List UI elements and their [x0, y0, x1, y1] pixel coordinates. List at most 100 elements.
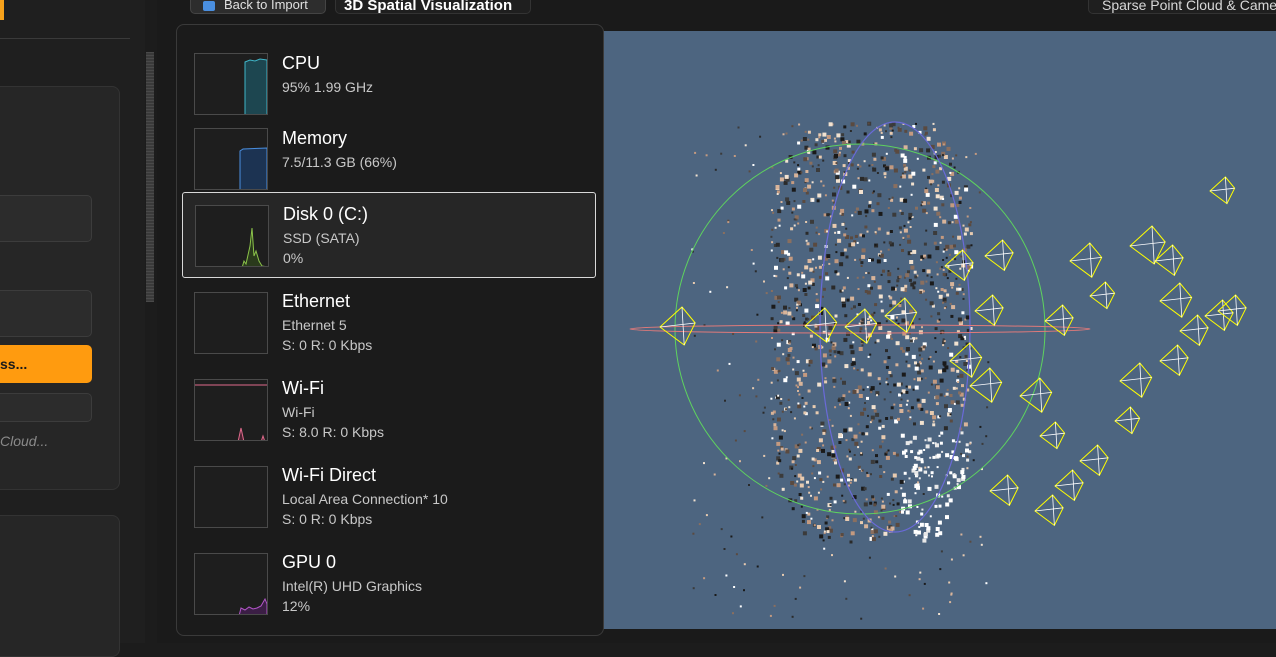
cloud-point [888, 295, 891, 298]
cloud-point [807, 147, 811, 151]
cloud-point [941, 203, 945, 207]
tm-item-wifi-direct[interactable]: Wi-Fi Direct Local Area Connection* 10 S… [182, 454, 596, 540]
process-button[interactable]: ss... [0, 345, 92, 383]
cloud-point [927, 254, 932, 259]
cloud-point [959, 373, 964, 378]
cloud-point [791, 207, 795, 211]
cloud-point [871, 405, 876, 410]
cloud-point [885, 417, 889, 420]
cloud-point [908, 477, 911, 480]
cloud-point [913, 281, 917, 285]
cloud-point [908, 216, 912, 220]
cloud-point [839, 212, 842, 215]
cloud-point [961, 311, 965, 315]
cloud-point [854, 258, 857, 261]
point-cloud-canvas[interactable] [600, 31, 1276, 629]
cloud-point [864, 225, 868, 229]
tm-item-wifi[interactable]: Wi-Fi Wi-Fi S: 8.0 R: 0 Kbps [182, 367, 596, 453]
back-to-import-button[interactable]: Back to Import [190, 0, 326, 14]
cloud-point [900, 287, 905, 292]
cloud-point [940, 431, 944, 435]
cloud-point [780, 258, 785, 263]
cloud-point [780, 398, 783, 400]
cloud-point [808, 491, 811, 494]
cloud-point [899, 209, 902, 212]
cloud-point [783, 430, 786, 433]
tm-item-cpu[interactable]: CPU 95% 1.99 GHz [182, 42, 596, 128]
cloud-point [733, 155, 736, 157]
camera-frustum [1159, 282, 1193, 318]
3d-viewport[interactable] [600, 31, 1276, 629]
cloud-point [726, 286, 729, 289]
cloud-point [884, 567, 887, 570]
cloud-point [958, 440, 961, 443]
tm-item-disk[interactable]: Disk 0 (C:) SSD (SATA) 0% [182, 192, 596, 278]
tm-item-memory[interactable]: Memory 7.5/11.3 GB (66%) [182, 117, 596, 203]
cloud-point [783, 310, 788, 315]
input-field[interactable] [0, 290, 92, 337]
cloud-point [863, 407, 867, 411]
cloud-point [773, 274, 776, 277]
cloud-point [826, 475, 829, 478]
view-title-tab[interactable]: 3D Spatial Visualization [335, 0, 531, 14]
cloud-point [901, 172, 904, 175]
cloud-point [705, 514, 708, 517]
tm-throughput: S: 0 R: 0 Kbps [282, 337, 373, 353]
cloud-point [843, 125, 847, 129]
cloud-point [755, 340, 758, 343]
cloud-point [943, 426, 948, 431]
cloud-point [797, 141, 801, 145]
cloud-point [784, 174, 789, 179]
path-field[interactable] [0, 393, 92, 422]
sidebar-scrollbar[interactable] [146, 52, 154, 302]
tm-item-gpu[interactable]: GPU 0 Intel(R) UHD Graphics 12% [182, 541, 596, 627]
cloud-point [785, 132, 788, 135]
cloud-point [939, 267, 942, 270]
cloud-point [912, 286, 916, 290]
cloud-point [932, 379, 937, 384]
cloud-point [948, 499, 951, 502]
sparse-cloud-tab-label: Sparse Point Cloud & Cameras [1102, 0, 1276, 13]
cloud-point [818, 471, 822, 475]
cloud-point [972, 459, 975, 462]
cloud-point [803, 411, 807, 415]
cloud-point [935, 261, 938, 264]
cloud-point [788, 307, 791, 310]
camera-frustum [1079, 444, 1109, 477]
tm-item-ethernet[interactable]: Ethernet Ethernet 5 S: 0 R: 0 Kbps [182, 280, 596, 366]
cloud-point [867, 372, 872, 377]
cloud-point [790, 411, 793, 414]
cloud-point [788, 271, 792, 275]
cloud-point [879, 382, 882, 385]
cloud-point [814, 143, 818, 147]
cloud-point [763, 406, 766, 409]
cloud-point [811, 472, 814, 475]
cloud-point [849, 540, 853, 544]
cloud-point [804, 282, 807, 285]
cloud-point [912, 388, 915, 391]
cloud-point [860, 265, 863, 267]
tm-usage: 0% [283, 250, 304, 266]
cloud-point [877, 285, 882, 290]
cloud-point [776, 342, 781, 347]
cloud-point [772, 418, 775, 421]
cloud-point [834, 461, 837, 465]
cloud-point [793, 200, 796, 203]
camera-frustum [1034, 494, 1064, 527]
cloud-point [929, 281, 934, 286]
cloud-point [826, 135, 831, 139]
input-field[interactable] [0, 195, 92, 242]
cloud-point [770, 235, 773, 238]
cloud-point [907, 364, 911, 368]
cloud-point [935, 443, 939, 448]
cloud-point [812, 258, 815, 261]
cloud-point [903, 145, 908, 150]
camera-frustums [659, 176, 1247, 527]
cloud-point [930, 276, 933, 279]
sparse-cloud-tab[interactable]: Sparse Point Cloud & Cameras [1088, 0, 1276, 14]
cloud-point [900, 398, 903, 401]
cloud-point [768, 477, 771, 480]
cloud-point [945, 453, 950, 458]
cloud-point [801, 274, 806, 279]
cloud-point [939, 415, 942, 418]
